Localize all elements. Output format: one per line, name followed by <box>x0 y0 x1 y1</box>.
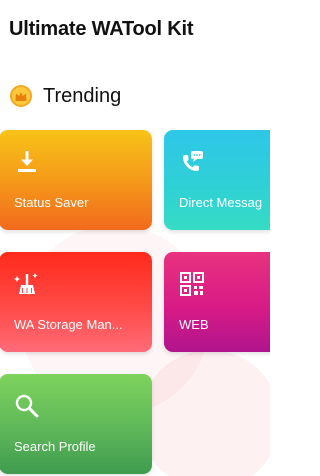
web-card[interactable]: WEB <box>164 252 270 352</box>
broom-icon <box>14 273 38 294</box>
phone-chat-icon <box>183 151 203 171</box>
search-profile-card[interactable]: Search Profile <box>0 374 152 474</box>
direct-message-card[interactable]: Direct Messag <box>164 130 270 230</box>
search-profile-label: Search Profile <box>14 439 96 454</box>
wa-storage-manager-card[interactable]: WA Storage Man... <box>0 252 152 352</box>
app-screen: Ultimate WATool Kit Trending Status Save… <box>0 0 270 476</box>
direct-message-label: Direct Messag <box>179 195 263 210</box>
app-title: Ultimate WATool Kit <box>9 18 194 40</box>
search-icon <box>15 394 39 418</box>
status-saver-card[interactable]: Status Saver <box>0 130 152 230</box>
web-label: WEB <box>179 317 209 332</box>
download-icon <box>18 151 36 172</box>
wa-storage-manager-label: WA Storage Man... <box>14 317 123 332</box>
status-saver-label: Status Saver <box>14 195 89 210</box>
crown-icon <box>10 85 32 107</box>
qr-code-icon <box>180 272 204 296</box>
section-title-trending: Trending <box>43 84 122 107</box>
trending-header: Trending <box>9 82 121 110</box>
